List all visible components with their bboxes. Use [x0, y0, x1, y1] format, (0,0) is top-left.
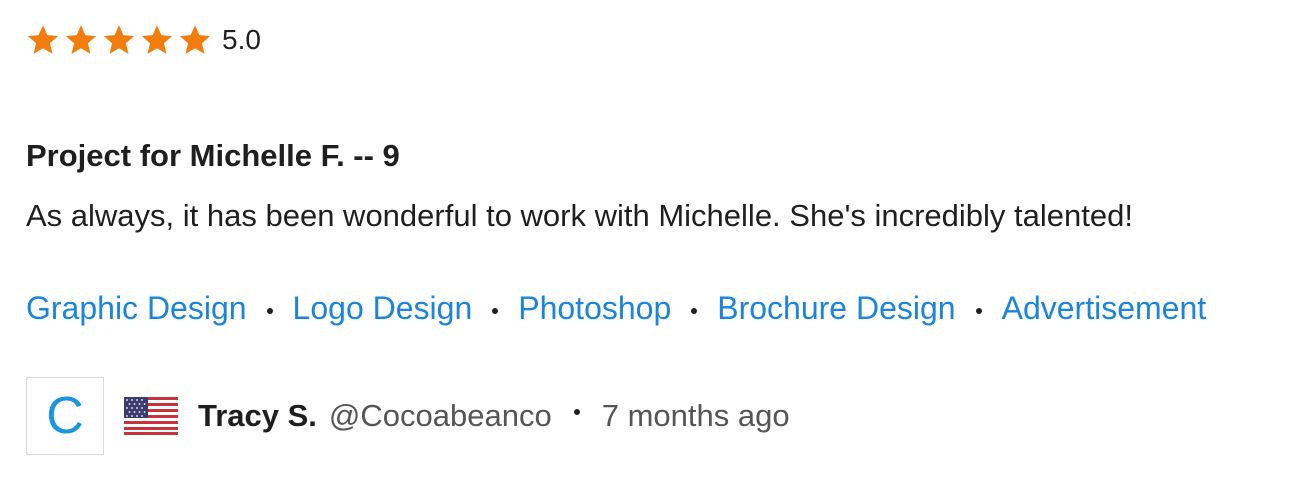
review-title: Project for Michelle F. -- 9	[26, 138, 400, 173]
author-handle[interactable]: @Cocoabeanco	[329, 398, 552, 434]
separator-dot	[573, 409, 580, 415]
author-row: C Tracy S. @Cocoabeanco 7 months ago	[26, 376, 790, 456]
separator-dot	[266, 307, 273, 314]
separator-dot	[975, 307, 982, 314]
author-name[interactable]: Tracy S.	[198, 398, 317, 434]
review-card: 5.0 Project for Michelle F. -- 9 As alwa…	[26, 20, 1302, 455]
skill-link-graphic-design[interactable]: Graphic Design	[26, 290, 247, 327]
star-icon	[140, 23, 174, 57]
star-icon	[64, 23, 98, 57]
star-icon	[26, 23, 60, 57]
skill-link-brochure-design[interactable]: Brochure Design	[717, 290, 955, 327]
separator-dot	[691, 307, 698, 314]
rating-row: 5.0	[26, 20, 1302, 60]
skill-link-photoshop[interactable]: Photoshop	[518, 290, 671, 327]
star-icon	[102, 23, 136, 57]
review-time: 7 months ago	[601, 398, 790, 433]
star-rating	[26, 23, 212, 57]
rating-value: 5.0	[222, 24, 261, 55]
avatar[interactable]: C	[26, 377, 104, 455]
review-body: As always, it has been wonderful to work…	[26, 198, 1133, 233]
star-icon	[178, 23, 212, 57]
separator-dot	[492, 307, 499, 314]
skill-link-advertisement[interactable]: Advertisement	[1002, 290, 1207, 327]
skill-tags: Graphic Design Logo Design Photoshop Bro…	[26, 290, 1206, 327]
skill-link-logo-design[interactable]: Logo Design	[293, 290, 473, 327]
us-flag-icon	[124, 397, 178, 435]
